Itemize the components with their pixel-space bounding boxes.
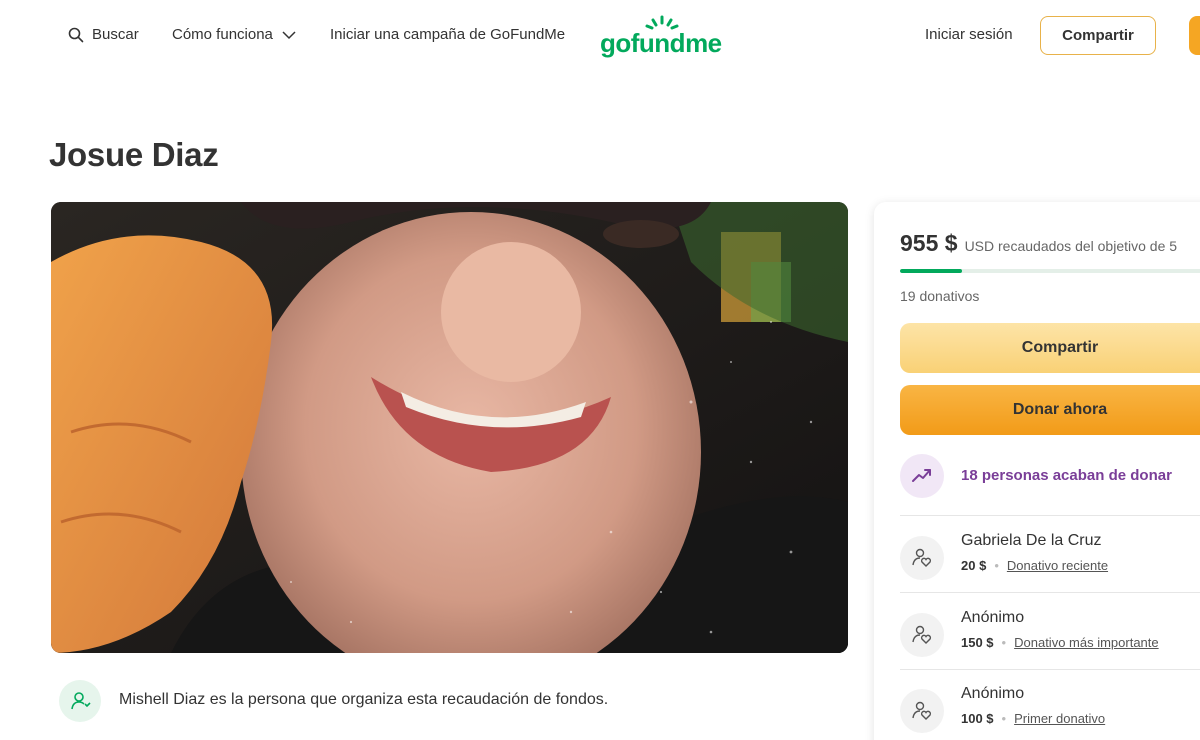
raised-goal-text: USD recaudados del objetivo de 5 [964,238,1178,254]
donation-count: 19 donativos [900,288,980,304]
start-campaign-label: Iniciar una campaña de GoFundMe [330,26,566,43]
donor-avatar [900,613,944,657]
trending-up-icon [912,469,931,482]
donor-tag-link[interactable]: Primer donativo [1014,711,1105,726]
donor-tag-link[interactable]: Donativo reciente [1007,558,1108,573]
divider [900,669,1200,670]
header-start-button-edge[interactable] [1189,16,1200,55]
donor-name: Gabriela De la Cruz [961,532,1102,549]
donation-card: 955 $ USD recaudados del objetivo de 5 1… [874,202,1200,740]
donor-meta: 150 $ • Donativo más importante [961,635,1159,650]
how-it-works-label: Cómo funciona [172,26,273,43]
donor-tag-link[interactable]: Donativo más importante [1014,635,1159,650]
divider [900,515,1200,516]
top-navigation: Buscar Cómo funciona Iniciar una campaña… [0,0,1200,72]
progress-bar-fill [900,269,962,273]
donor-heart-icon [912,701,932,720]
organizer-text: Mishell Diaz es la persona que organiza … [119,691,609,708]
divider [900,592,1200,593]
search-icon [68,27,84,42]
header-share-button[interactable]: Compartir [1040,16,1156,55]
login-label: Iniciar sesión [925,26,1013,43]
campaign-title: Josue Diaz [49,136,219,173]
recent-activity-text: 18 personas acaban de donar [961,467,1172,484]
search-label: Buscar [92,26,139,43]
donor-avatar [900,536,944,580]
donor-amount: 100 $ [961,711,994,726]
campaign-photo [51,202,848,653]
donor-item: Anónimo 100 $ • Primer donativo [900,685,1200,740]
trend-badge [900,454,944,498]
separator-dot: • [1001,711,1007,726]
donor-meta: 20 $ • Donativo reciente [961,558,1108,573]
donor-name: Anónimo [961,609,1025,626]
progress-bar [900,269,1200,273]
organizer-avatar [59,680,101,722]
separator-dot: • [1001,635,1007,650]
separator-dot: • [994,558,999,573]
raised-amount: 955 $ [900,230,958,256]
donor-heart-icon [912,548,932,567]
donor-amount: 150 $ [961,635,994,650]
donor-meta: 100 $ • Primer donativo [961,711,1105,726]
search-link[interactable]: Buscar [68,26,139,43]
donor-amount: 20 $ [961,558,987,573]
how-it-works-menu[interactable]: Cómo funciona [172,26,297,43]
donor-heart-icon [912,625,932,644]
donor-avatar [900,689,944,733]
login-link[interactable]: Iniciar sesión [925,26,1013,43]
donor-item: Gabriela De la Cruz 20 $ • Donativo reci… [900,532,1200,592]
organizer-icon [71,692,91,710]
share-button[interactable]: Compartir [900,323,1200,373]
chevron-down-icon [282,30,296,39]
logo-text: gofundme [600,28,722,58]
campaign-photo-art [51,202,848,653]
donor-item: Anónimo 150 $ • Donativo más importante [900,609,1200,669]
donor-name: Anónimo [961,685,1025,702]
start-campaign-link[interactable]: Iniciar una campaña de GoFundMe [330,26,565,43]
raised-summary: 955 $ USD recaudados del objetivo de 5 [900,230,1177,257]
donate-now-button[interactable]: Donar ahora [900,385,1200,435]
